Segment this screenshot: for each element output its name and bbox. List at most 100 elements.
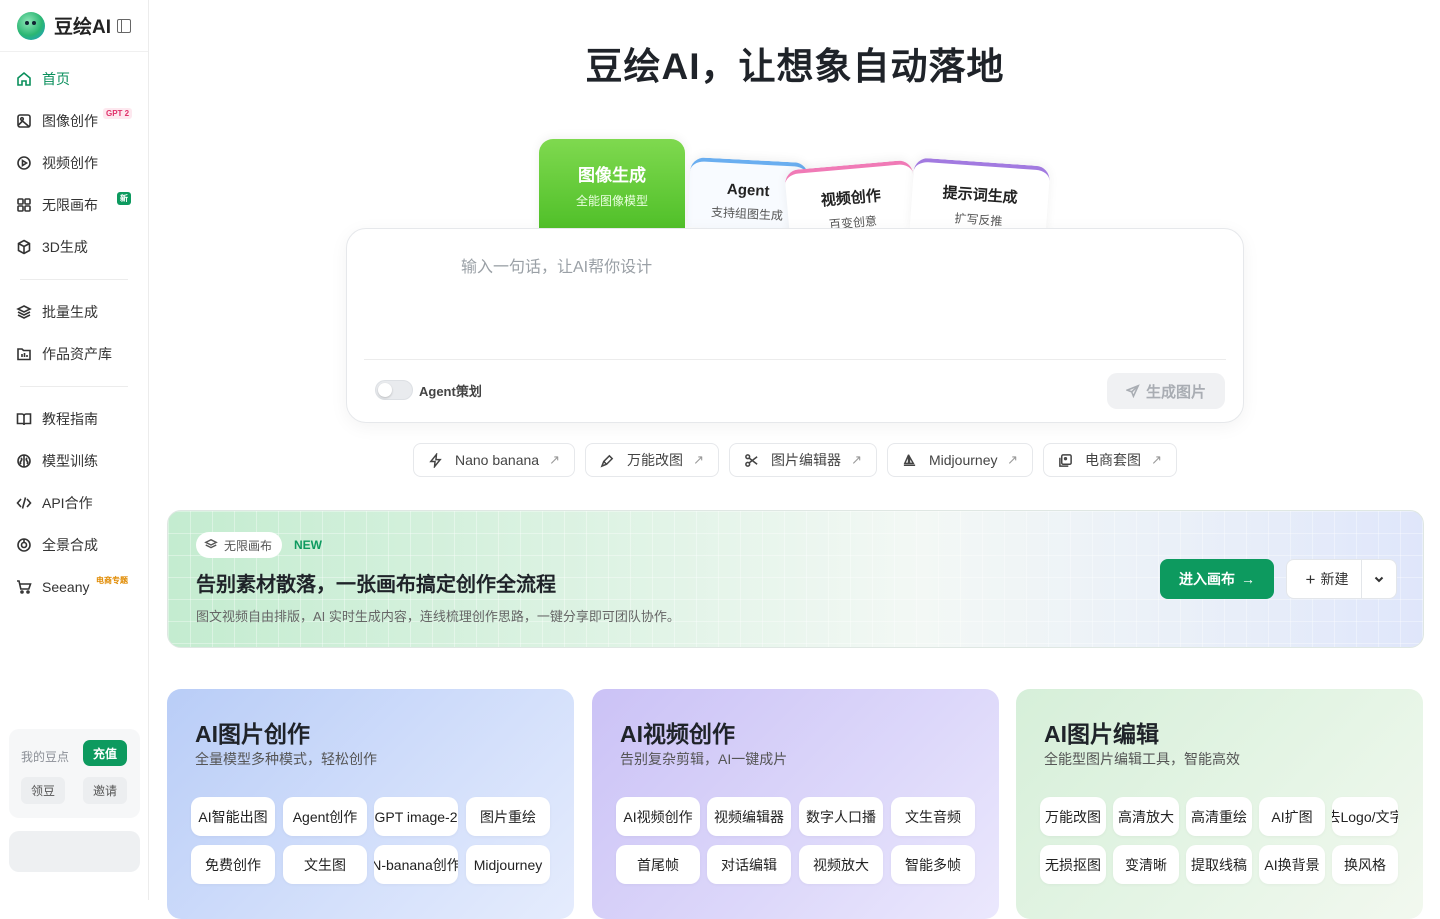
feature-button[interactable]: GPT image-2 (374, 797, 458, 836)
tool-ecommerce-set[interactable]: 电商套图 ↗ (1043, 443, 1177, 477)
feature-button[interactable]: 提取线稿 (1186, 845, 1252, 884)
feature-button[interactable]: AI换背景 (1259, 845, 1325, 884)
feature-button[interactable]: 变清晰 (1113, 845, 1179, 884)
feature-button[interactable]: 去Logo/文字 (1332, 797, 1398, 836)
enter-canvas-button[interactable]: 进入画布 → (1160, 559, 1274, 599)
sidebar-item-label: 批量生成 (42, 304, 98, 320)
brand-header: 豆绘AI (0, 0, 148, 52)
chevron-down-icon (1374, 576, 1384, 583)
sidebar-item-label: 图像创作 (42, 113, 98, 129)
sidebar-item-label: 模型训练 (42, 453, 98, 469)
main-content: 豆绘AI，让想象自动落地 Agent 支持组图生成 视频创作 百变创意 提示词生… (150, 0, 1440, 919)
card-ai-image: AI图片创作 全量模型多种模式，轻松创作 AI智能出图 Agent创作 GPT … (167, 689, 574, 919)
sidebar-item-assets[interactable]: 作品资产库 (0, 333, 148, 375)
feature-button[interactable]: AI视频创作 (616, 797, 700, 836)
sidebar-item-label: 视频创作 (42, 155, 98, 171)
prompt-input[interactable]: 输入一句话，让AI帮你设计 (461, 253, 652, 277)
sidebar-item-panorama[interactable]: 全景合成 (0, 524, 148, 566)
play-circle-icon (16, 155, 32, 171)
feature-button[interactable]: Agent创作 (283, 797, 367, 836)
card-ai-image-edit: AI图片编辑 全能型图片编辑工具，智能高效 万能改图 高清放大 高清重绘 AI扩… (1016, 689, 1423, 919)
sidebar-item-api[interactable]: API合作 (0, 482, 148, 524)
agent-toggle[interactable] (375, 380, 413, 400)
layers-icon (204, 538, 218, 549)
feature-button[interactable]: 文生音频 (891, 797, 975, 836)
feature-button[interactable]: 高清重绘 (1186, 797, 1252, 836)
prompt-composer: 输入一句话，让AI帮你设计 Agent策划 生成图片 (346, 228, 1244, 423)
feature-button[interactable]: 视频放大 (799, 845, 883, 884)
sidebar-collapse-icon[interactable] (117, 18, 131, 33)
cube-icon (16, 239, 32, 255)
tool-nano-banana[interactable]: Nano banana ↗ (413, 443, 575, 477)
new-canvas-button[interactable]: + 新建 (1286, 559, 1368, 599)
canvas-pill: 无限画布 (196, 532, 283, 558)
brain-icon (16, 453, 32, 469)
lightning-icon (429, 452, 442, 468)
gallery-icon (1059, 453, 1072, 467)
sidebar-item-3d[interactable]: 3D生成 (0, 226, 148, 268)
card-title: AI图片创作 (195, 721, 310, 747)
sidebar-item-image[interactable]: 图像创作 GPT 2 (0, 100, 148, 142)
feature-button[interactable]: 首尾帧 (616, 845, 700, 884)
tool-image-editor[interactable]: 图片编辑器 ↗ (729, 443, 877, 477)
tool-label: 电商套图 (1085, 452, 1141, 468)
card-title: AI视频创作 (620, 721, 735, 747)
feature-button[interactable]: 智能多帧 (891, 845, 975, 884)
feature-button[interactable]: 图片重绘 (466, 797, 550, 836)
feature-button[interactable]: 无损抠图 (1040, 845, 1106, 884)
sidebar-item-canvas[interactable]: 无限画布 新 (0, 184, 148, 226)
tool-midjourney[interactable]: Midjourney ↗ (887, 443, 1033, 477)
feature-button[interactable]: AI智能出图 (191, 797, 275, 836)
tool-universal-edit[interactable]: 万能改图 ↗ (585, 443, 719, 477)
claim-button[interactable]: 领豆 (21, 777, 65, 804)
tool-label: Midjourney (929, 452, 998, 468)
sidebar-item-label: 无限画布 (42, 197, 98, 213)
brand-name[interactable]: 豆绘AI (54, 12, 111, 39)
recharge-button[interactable]: 充值 (83, 740, 127, 766)
tab-title: 提示词生成 (942, 184, 1019, 207)
feature-button[interactable]: AI扩图 (1259, 797, 1325, 836)
tab-image-generation[interactable]: 图像生成 全能图像模型 (539, 139, 685, 231)
quick-tools: Nano banana ↗ 万能改图 ↗ 图片编辑器 ↗ Midjourney ↗ 电商… (150, 443, 1440, 477)
feature-button[interactable]: 对话编辑 (707, 845, 791, 884)
sidebar-item-label: 3D生成 (42, 239, 88, 255)
feature-button[interactable]: 高清放大 (1113, 797, 1179, 836)
feature-button[interactable]: 换风格 (1332, 845, 1398, 884)
invite-button[interactable]: 邀请 (83, 777, 127, 804)
feature-button[interactable]: 数字人口播 (799, 797, 883, 836)
sidebar-item-home[interactable]: 首页 (0, 58, 148, 100)
sailboat-icon (903, 453, 916, 466)
feature-button[interactable]: 视频编辑器 (707, 797, 791, 836)
banner-title: 告别素材散落，一张画布搞定创作全流程 (196, 574, 556, 596)
sidebar-item-video[interactable]: 视频创作 (0, 142, 148, 184)
feature-button[interactable]: N-banana创作 (374, 845, 458, 884)
brand-logo[interactable] (17, 11, 45, 40)
feature-button[interactable]: 万能改图 (1040, 797, 1106, 836)
generate-button[interactable]: 生成图片 (1107, 373, 1225, 409)
card-ai-video: AI视频创作 告别复杂剪辑，AI一键成片 AI视频创作 视频编辑器 数字人口播 … (592, 689, 999, 919)
divider (20, 386, 128, 387)
sidebar-item-batch[interactable]: 批量生成 (0, 291, 148, 333)
user-card[interactable] (9, 831, 140, 872)
cart-icon (16, 579, 32, 595)
button-label: 新建 (1320, 571, 1349, 587)
feature-button[interactable]: 免费创作 (191, 845, 275, 884)
sidebar-item-tutorial[interactable]: 教程指南 (0, 398, 148, 440)
new-badge: 新 (117, 192, 131, 205)
external-arrow-icon: ↗ (549, 452, 560, 467)
tab-subtitle: 全能图像模型 (575, 194, 648, 208)
tab-prompt[interactable]: 提示词生成 扩写反推 (909, 157, 1051, 239)
card-title: AI图片编辑 (1044, 721, 1159, 747)
new-canvas-dropdown[interactable] (1361, 559, 1397, 599)
button-label: 进入画布 (1179, 571, 1235, 587)
feature-button[interactable]: 文生图 (283, 845, 367, 884)
sidebar-item-training[interactable]: 模型训练 (0, 440, 148, 482)
code-icon (16, 495, 32, 511)
external-arrow-icon: ↗ (1007, 452, 1018, 467)
panorama-icon (16, 537, 32, 553)
card-subtitle: 告别复杂剪辑，AI一键成片 (620, 751, 788, 767)
tab-title: 图像生成 (578, 166, 646, 185)
ecommerce-badge: 电商专题 (96, 576, 128, 585)
feature-button[interactable]: Midjourney (466, 845, 550, 884)
sidebar-item-seeany[interactable]: Seeany 电商专题 (0, 566, 148, 608)
